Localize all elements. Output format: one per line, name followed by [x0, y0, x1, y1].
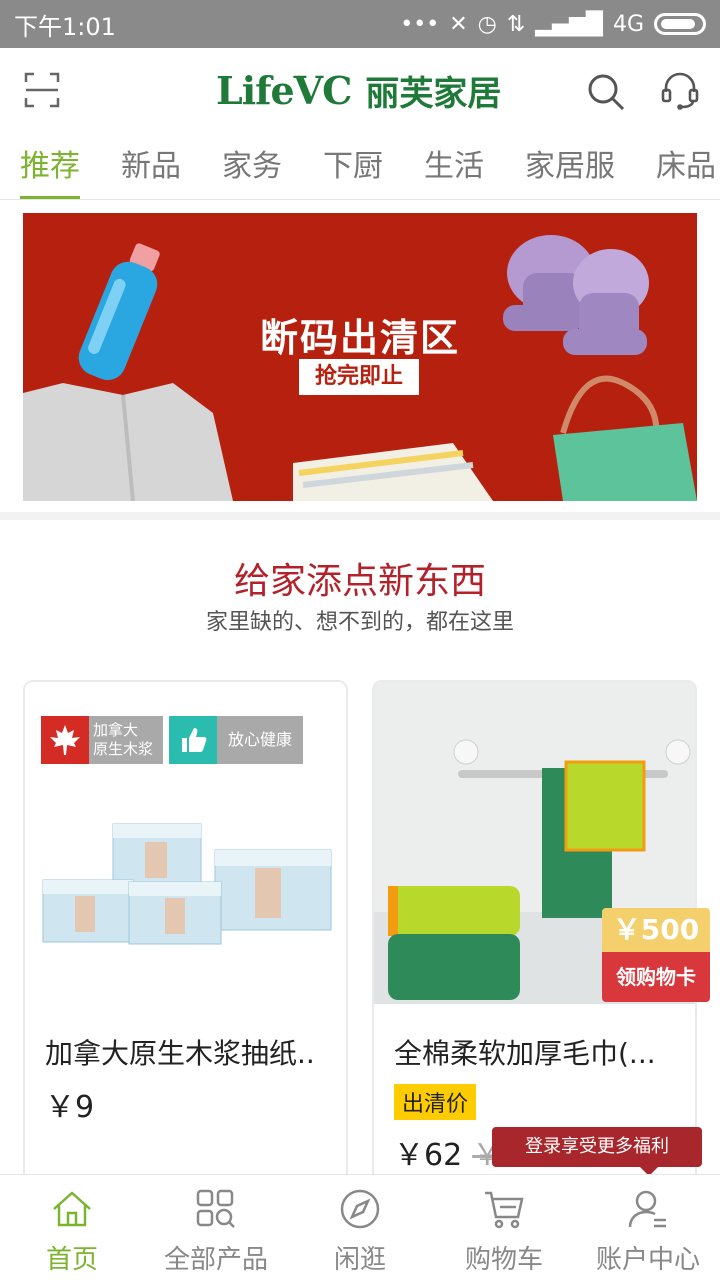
tab-new[interactable]: 新品 [121, 138, 181, 199]
status-icons: ••• ✕ ◷ ⇅ ▂▄▆█ 4G [400, 12, 706, 37]
section-divider [0, 512, 720, 520]
product-card-tissue[interactable]: 加拿大 原生木浆 放心健康 加拿大原生木浆抽纸.. ￥9 [23, 680, 348, 1200]
nav-cart-label: 购物车 [464, 1245, 543, 1275]
clearance-banner[interactable]: 断码出清区 抢完即止 [23, 213, 697, 501]
banner-title: 断码出清区 [259, 316, 460, 360]
grid-search-icon [196, 1189, 235, 1228]
product-price: ￥9 [45, 1090, 95, 1125]
gift-card-coupon[interactable]: ￥500 领购物卡 [602, 908, 710, 1002]
brand-logo: LifeVC 丽芙家居 [216, 66, 501, 115]
coupon-amount: ￥500 [602, 908, 710, 952]
category-tabs: 推荐 新品 家务 下厨 生活 家居服 床品 [0, 138, 720, 200]
tab-bedding[interactable]: 床品 [656, 138, 716, 199]
banner-tag: 抢完即止 [299, 359, 419, 395]
nav-home[interactable]: 首页 [0, 1175, 144, 1280]
tissue-packs-illustration [42, 823, 332, 945]
logo-chinese: 丽芙家居 [365, 74, 502, 114]
product-name: 加拿大原生木浆抽纸.. [45, 1037, 315, 1070]
more-dots-icon: ••• [400, 11, 440, 37]
clearance-badge: 出清价 [394, 1084, 477, 1120]
cart-icon [485, 1191, 524, 1229]
home-icon [53, 1191, 91, 1227]
section-subtitle: 家里缺的、想不到的，都在这里 [205, 610, 514, 635]
bottom-navigation: 首页 全部产品 闲逛 购物车 账户中心 [0, 1174, 720, 1280]
product-price: ￥62 ￥ [394, 1130, 502, 1174]
nav-account-label: 账户中心 [595, 1245, 700, 1275]
customer-service-icon[interactable] [660, 70, 700, 110]
nav-browse[interactable]: 闲逛 [288, 1175, 432, 1280]
tab-homewear[interactable]: 家居服 [525, 138, 615, 199]
user-icon [628, 1190, 666, 1228]
product-name: 全棉柔软加厚毛巾(... [394, 1037, 656, 1070]
tab-life[interactable]: 生活 [424, 138, 484, 199]
vibrate-off-icon: ✕ [449, 11, 468, 37]
status-bar: 下午1:01 ••• ✕ ◷ ⇅ ▂▄▆█ 4G [0, 0, 720, 48]
logo-english: LifeVC [216, 68, 352, 113]
current-price: ￥62 [394, 1138, 463, 1173]
tab-kitchen[interactable]: 下厨 [323, 138, 383, 199]
nav-cart[interactable]: 购物车 [432, 1175, 576, 1280]
app-header: LifeVC 丽芙家居 [0, 48, 720, 138]
status-time: 下午1:01 [14, 12, 116, 41]
tab-recommend[interactable]: 推荐 [20, 138, 80, 199]
network-type: 4G [612, 11, 644, 37]
scan-icon[interactable] [24, 72, 60, 108]
search-icon[interactable] [586, 72, 626, 112]
coupon-label: 领购物卡 [602, 952, 710, 1002]
nav-browse-label: 闲逛 [333, 1245, 386, 1275]
signal-icon: ▂▄▆█ [535, 11, 603, 37]
battery-icon [654, 13, 706, 35]
nav-account[interactable]: 账户中心 [576, 1175, 720, 1280]
alarm-icon: ◷ [477, 11, 497, 37]
login-benefits-tooltip[interactable]: 登录享受更多福利 [492, 1127, 702, 1176]
nav-home-label: 首页 [45, 1245, 98, 1275]
product-image: 加拿大 原生木浆 放心健康 [25, 682, 346, 1004]
data-arrows-icon: ⇅ [506, 11, 526, 37]
nav-all-products-label: 全部产品 [163, 1245, 268, 1275]
nav-all-products[interactable]: 全部产品 [144, 1175, 288, 1280]
compass-icon [340, 1189, 380, 1229]
tab-housework[interactable]: 家务 [222, 138, 282, 199]
section-title: 给家添点新东西 [233, 561, 486, 602]
